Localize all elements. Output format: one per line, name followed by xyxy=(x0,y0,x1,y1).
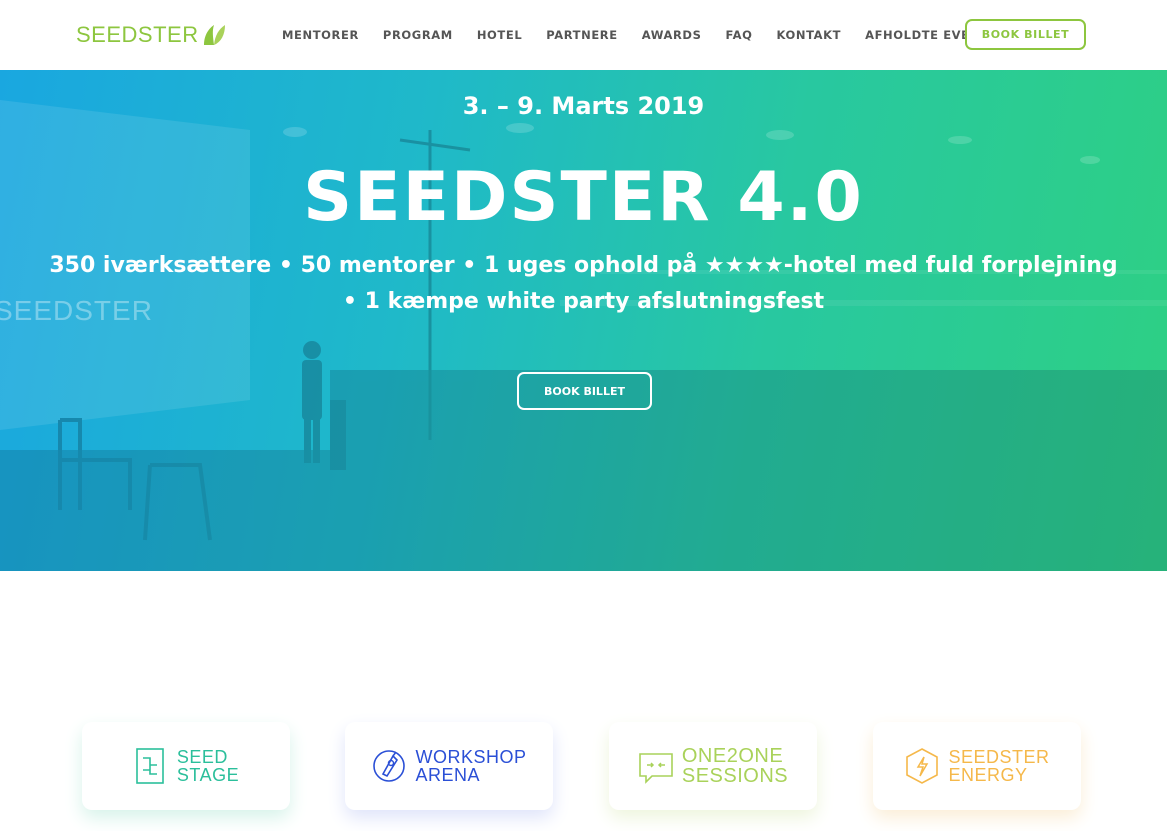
card-label-line-1: ONE2ONE xyxy=(681,745,784,767)
seedster-logo[interactable]: SEEDSTER xyxy=(76,22,227,48)
card-seed-stage[interactable]: SEED STAGE xyxy=(82,722,290,810)
event-date: 3. – 9. Marts 2019 xyxy=(462,92,705,120)
hero-content: 3. – 9. Marts 2019 SEEDSTER 4.0 350 ivær… xyxy=(0,70,1167,571)
card-label-line-2: STAGE xyxy=(176,765,240,785)
hero-subtitle-line-2: • 1 kæmpe white party afslutningsfest xyxy=(342,289,825,314)
nav-item-kontakt[interactable]: KONTAKT xyxy=(776,27,841,43)
nav-item-faq[interactable]: FAQ xyxy=(725,27,752,43)
hero-title: SEEDSTER 4.0 xyxy=(303,158,864,237)
main-nav: MENTORER PROGRAM HOTEL PARTNERE AWARDS F… xyxy=(282,27,1021,43)
nav-item-awards[interactable]: AWARDS xyxy=(642,27,702,43)
card-label-line-1: SEEDSTER xyxy=(948,747,1050,767)
card-label-line-2: SESSIONS xyxy=(681,765,789,787)
nav-item-mentorer[interactable]: MENTORER xyxy=(282,27,359,43)
card-label-line-2: ENERGY xyxy=(948,765,1028,785)
logo-text: SEEDSTER xyxy=(76,22,199,47)
nav-item-partnere[interactable]: PARTNERE xyxy=(546,27,617,43)
nav-item-hotel[interactable]: HOTEL xyxy=(477,27,522,43)
hero-subtitle: 350 iværksættere • 50 mentorer • 1 uges … xyxy=(40,248,1127,320)
nav-item-program[interactable]: PROGRAM xyxy=(383,27,453,43)
seedster-energy-icon xyxy=(906,748,939,784)
card-label: WORKSHOP ARENA xyxy=(415,748,526,784)
seed-stage-icon xyxy=(136,748,164,784)
card-workshop-arena[interactable]: WORKSHOP ARENA xyxy=(345,722,553,810)
site-header: SEEDSTER MENTORER PROGRAM HOTEL PARTNERE… xyxy=(0,0,1167,70)
hero-book-button[interactable]: BOOK BILLET xyxy=(517,372,652,410)
card-label-line-2: ARENA xyxy=(415,765,480,785)
card-label: ONE2ONE SESSIONS xyxy=(682,746,788,786)
card-label-line-1: SEED xyxy=(176,747,228,767)
card-one2one-sessions[interactable]: ONE2ONE SESSIONS xyxy=(609,722,817,810)
one2one-sessions-icon xyxy=(639,753,673,784)
card-seedster-energy[interactable]: SEEDSTER ENERGY xyxy=(873,722,1081,810)
card-label: SEED STAGE xyxy=(177,748,239,784)
workshop-arena-icon xyxy=(373,750,406,782)
header-book-button[interactable]: BOOK BILLET xyxy=(965,19,1086,50)
leaf-icon xyxy=(203,25,225,45)
hero-banner: SEEDSTER 3. – 9. Marts 2019 SEEDSTER 4.0… xyxy=(0,70,1167,571)
hero-subtitle-line-1: 350 iværksættere • 50 mentorer • 1 uges … xyxy=(49,253,1118,278)
card-label: SEEDSTER ENERGY xyxy=(948,748,1049,784)
card-label-line-1: WORKSHOP xyxy=(415,747,527,767)
